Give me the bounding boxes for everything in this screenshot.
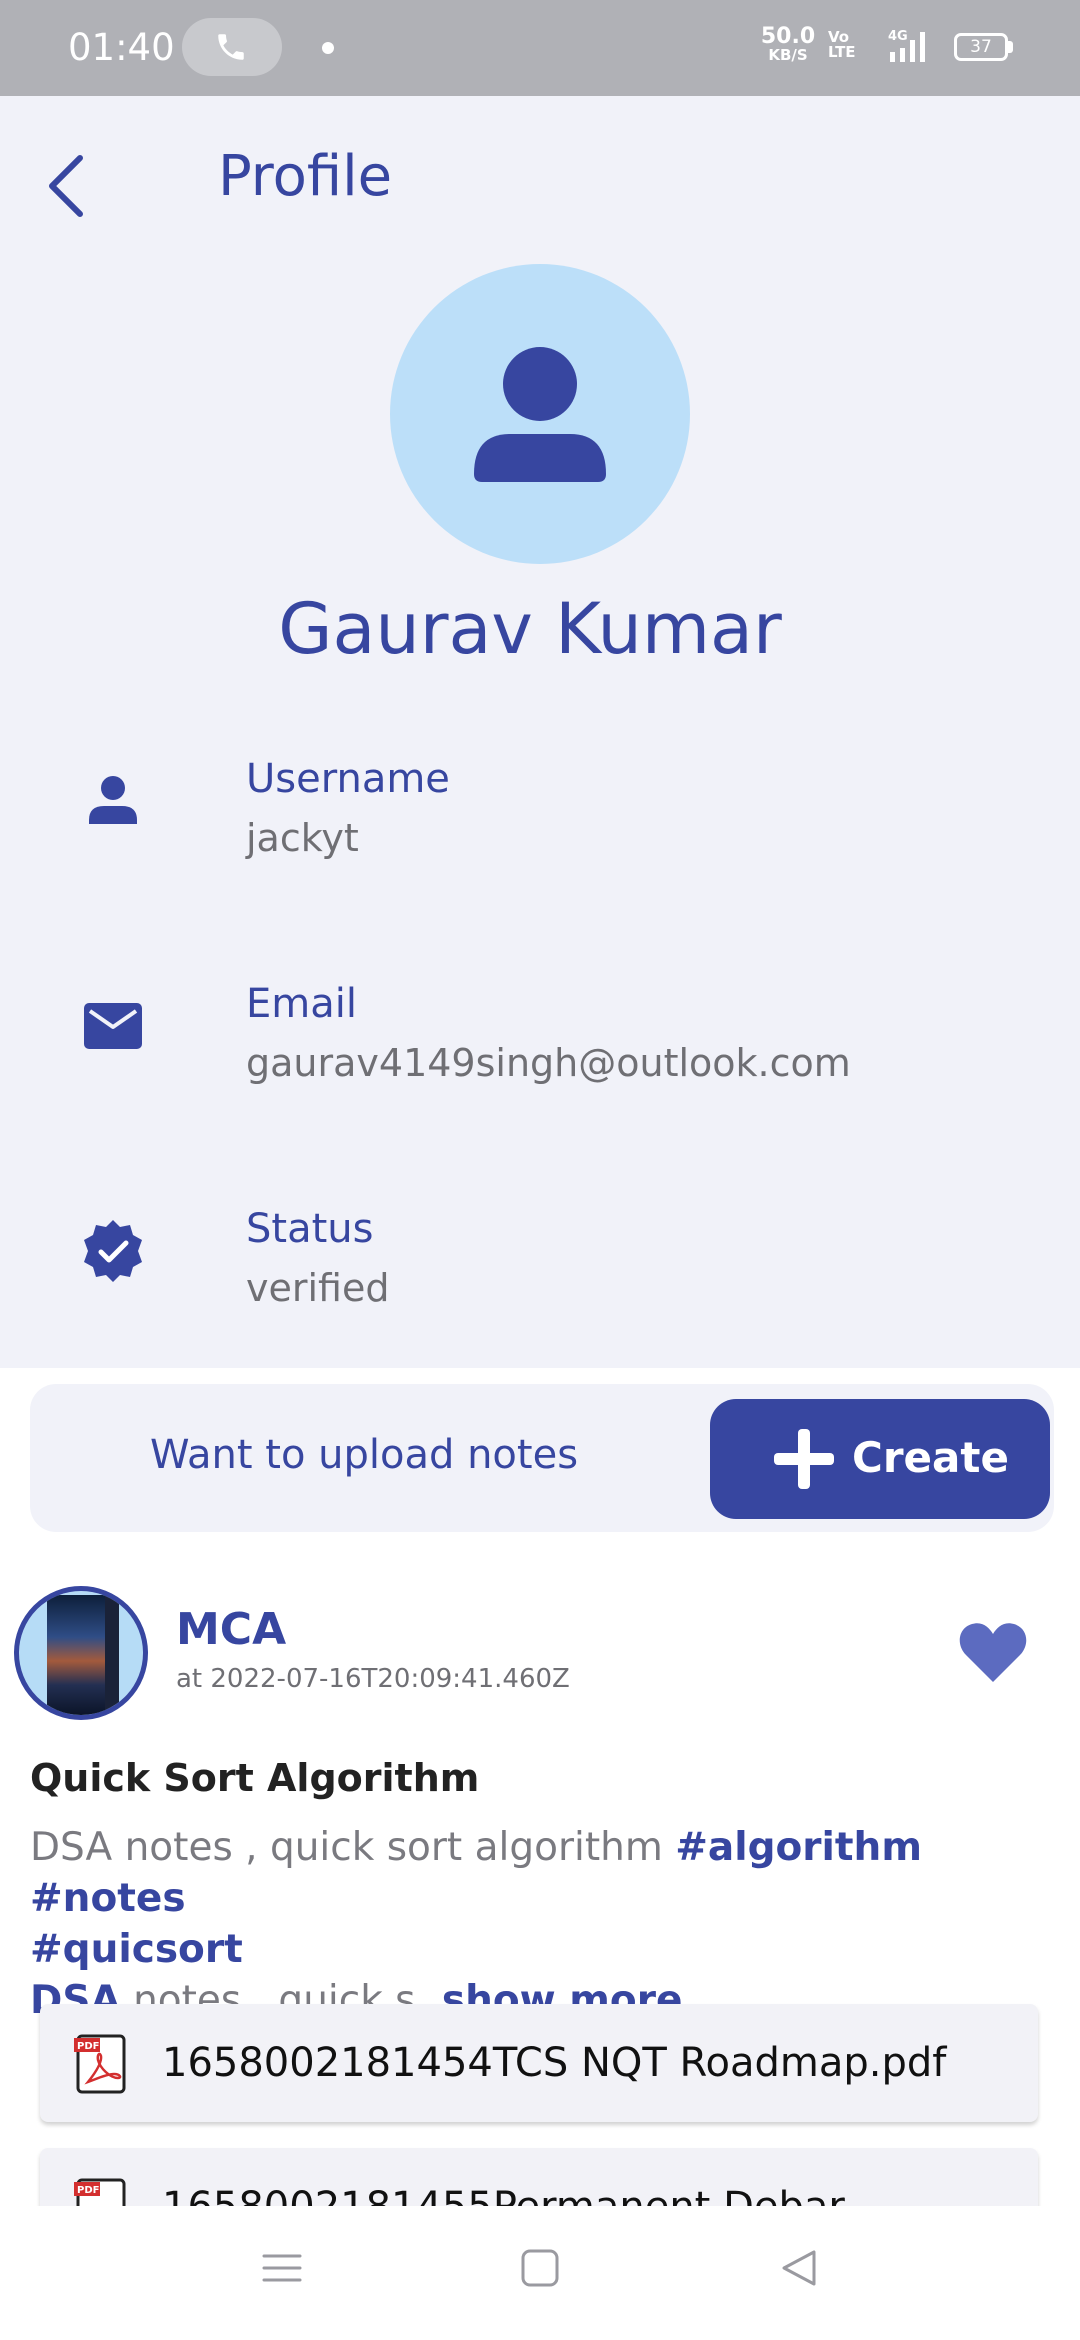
ongoing-call-chip[interactable]: [182, 18, 282, 76]
status-value: verified: [246, 1266, 390, 1310]
pdf-badge: PDF: [77, 2185, 99, 2196]
avatar-image-edge: [105, 1595, 119, 1715]
profile-section: Profile Gaurav Kumar Username jackyt Ema…: [0, 96, 1080, 1368]
post-author-avatar[interactable]: [14, 1586, 148, 1720]
username-label: Username: [246, 756, 450, 802]
profile-name: Gaurav Kumar: [278, 588, 782, 670]
network-speed: 50.0 KB/S: [760, 26, 816, 63]
post-group-name[interactable]: MCA: [176, 1604, 286, 1655]
person-icon: [474, 347, 606, 482]
volte-indicator: Vo LTE: [828, 28, 856, 61]
network-type: 4G: [888, 29, 908, 44]
battery-tip: [1008, 41, 1013, 53]
status-time: 01:40: [68, 26, 175, 69]
profile-avatar: [390, 264, 690, 564]
attachment-name: 1658002181454TCS NQT Roadmap.pdf: [162, 2040, 947, 2086]
chevron-left-icon: [49, 155, 83, 217]
hashtag[interactable]: #quicsort: [30, 1927, 243, 1972]
status-bar: 01:40 50.0 KB/S Vo LTE 4G 37: [0, 0, 1080, 96]
network-speed-unit: KB/S: [768, 46, 808, 64]
status-row: Status verified: [0, 1206, 1080, 1346]
email-value: gaurav4149singh@outlook.com: [246, 1041, 851, 1085]
post-title: Quick Sort Algorithm: [30, 1756, 480, 1800]
username-value: jackyt: [246, 816, 359, 860]
email-label: Email: [246, 981, 357, 1027]
system-nav-bar: [0, 2206, 1080, 2340]
create-button-label: Create: [852, 1433, 1009, 1482]
plus-icon: [774, 1429, 834, 1489]
menu-icon: [262, 2254, 302, 2282]
email-row: Email gaurav4149singh@outlook.com: [0, 981, 1080, 1121]
hashtag[interactable]: #algorithm: [675, 1825, 922, 1870]
recents-button[interactable]: [262, 2248, 302, 2292]
upload-notes-card: Want to upload notes Create: [30, 1384, 1054, 1532]
post-timestamp: at 2022-07-16T20:09:41.460Z: [176, 1664, 570, 1694]
page-title: Profile: [218, 144, 393, 209]
upload-prompt: Want to upload notes: [150, 1432, 579, 1478]
status-label: Status: [246, 1206, 374, 1252]
create-button[interactable]: Create: [710, 1399, 1050, 1519]
square-icon: [521, 2249, 559, 2287]
post-description-text: DSA notes , quick sort algorithm: [30, 1825, 663, 1870]
home-button[interactable]: [520, 2248, 560, 2292]
person-icon: [80, 768, 146, 834]
post-description: DSA notes , quick sort algorithm #algori…: [30, 1822, 1050, 2026]
phone-icon: [218, 34, 244, 60]
system-back-button[interactable]: [778, 2248, 818, 2292]
triangle-back-icon: [782, 2250, 816, 2286]
hashtag[interactable]: #notes: [30, 1876, 186, 1921]
verified-badge-icon: [80, 1218, 146, 1284]
battery-level: 37: [970, 37, 992, 57]
network-speed-value: 50.0: [760, 24, 816, 49]
avatar-image: [47, 1595, 105, 1715]
attachment-item[interactable]: PDF 1658002181454TCS NQT Roadmap.pdf: [40, 2004, 1038, 2122]
signal-icon: 4G: [888, 28, 938, 68]
username-row: Username jackyt: [0, 756, 1080, 896]
notification-dot: [322, 42, 334, 54]
back-button[interactable]: [36, 146, 96, 226]
like-button[interactable]: [958, 1620, 1028, 1684]
battery-icon: 37: [954, 33, 1008, 61]
pdf-file-icon: PDF: [74, 2034, 128, 2098]
mail-icon: [80, 993, 146, 1059]
pdf-badge: PDF: [77, 2041, 99, 2052]
heart-icon: [959, 1623, 1027, 1682]
